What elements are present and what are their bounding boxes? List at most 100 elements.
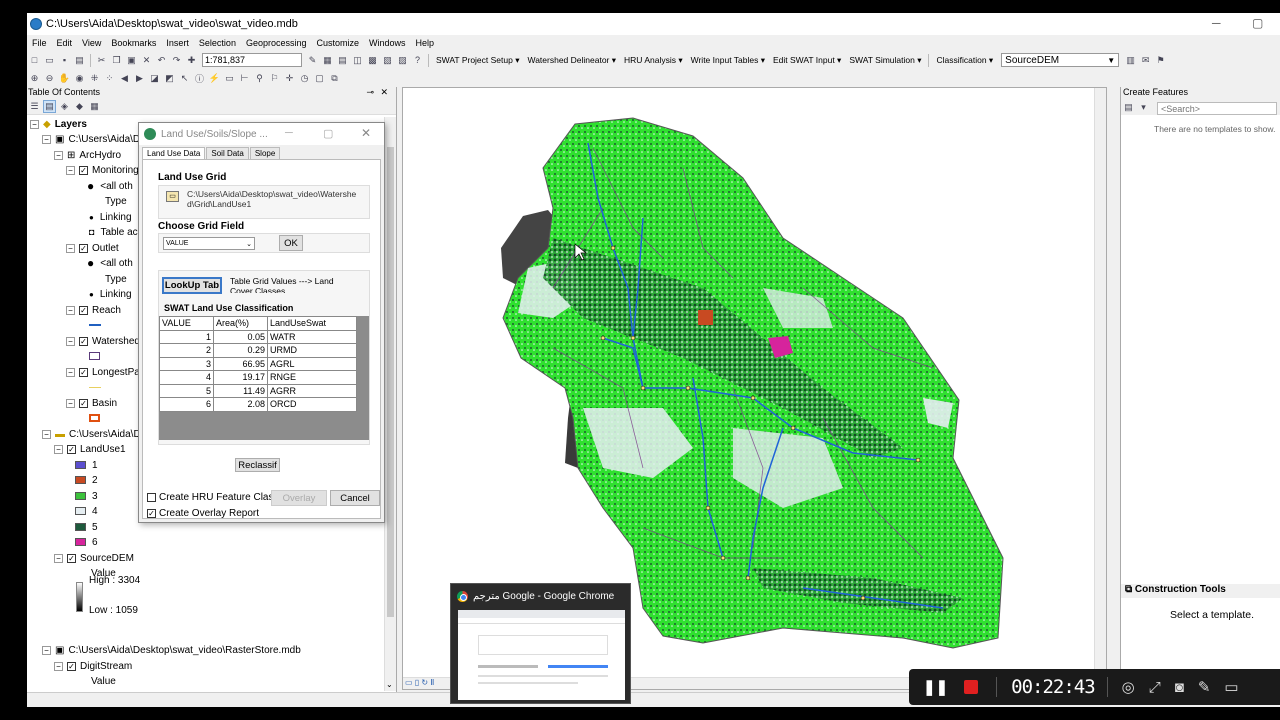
hru-analysis-menu[interactable]: HRU Analysis ▾ xyxy=(624,55,683,66)
select-elements-icon[interactable]: ↖ xyxy=(178,72,191,85)
swat-simulation-menu[interactable]: SWAT Simulation ▾ xyxy=(849,55,921,66)
scrollbar-thumb[interactable] xyxy=(387,147,394,617)
menu-help[interactable]: Help xyxy=(416,38,435,48)
screen-icon[interactable]: ▭ xyxy=(1224,678,1238,696)
create-overlay-checkbox[interactable]: ✓ xyxy=(147,509,156,518)
open-folder-icon[interactable]: ▭ xyxy=(166,191,179,202)
tab-soil-data[interactable]: Soil Data xyxy=(206,147,249,159)
layer-checkbox[interactable]: ✓ xyxy=(79,367,88,377)
go-to-xy-icon[interactable]: ✛ xyxy=(283,72,296,85)
toc-item-sourcedem[interactable]: − ✓ SourceDEM xyxy=(54,551,134,565)
create-hru-checkbox[interactable] xyxy=(147,493,156,502)
classification-menu[interactable]: Classification ▾ xyxy=(936,55,993,66)
paste-icon[interactable]: ▣ xyxy=(125,54,138,67)
toc-item-rasterstore[interactable]: − ▣ C:\Users\Aida\Desktop\swat_video\Raste… xyxy=(42,643,301,657)
select-features-icon[interactable]: ◪ xyxy=(148,72,161,85)
menu-bookmarks[interactable]: Bookmarks xyxy=(111,38,156,48)
edit-swat-input-menu[interactable]: Edit SWAT Input ▾ xyxy=(773,55,841,66)
list-by-selection-icon[interactable]: ◆ xyxy=(73,100,86,113)
find-icon[interactable]: ⚲ xyxy=(253,72,266,85)
tab-land-use-data[interactable]: Land Use Data xyxy=(142,147,206,159)
toc-item-workspace-1[interactable]: − ▣ C:\Users\Aida\D xyxy=(42,132,140,146)
table-row[interactable]: 6 2.08 ORCD xyxy=(159,397,357,412)
create-overlay-option[interactable]: ✓ Create Overlay Report xyxy=(147,508,259,519)
pause-icon[interactable]: ❚❚ xyxy=(923,678,948,696)
fixed-zoom-in-icon[interactable]: ⁜ xyxy=(88,72,101,85)
watershed-delineator-menu[interactable]: Watershed Delineator ▾ xyxy=(527,55,616,66)
layer-checkbox[interactable]: ✓ xyxy=(79,336,88,346)
stop-record-icon[interactable] xyxy=(964,680,979,694)
python-icon[interactable]: ▧ xyxy=(381,54,394,67)
menu-insert[interactable]: Insert xyxy=(166,38,189,48)
maximize-button[interactable]: ▢ xyxy=(1252,16,1263,30)
hyperlink-icon[interactable]: ⚡ xyxy=(208,72,221,85)
toc-item-watershed[interactable]: − ✓ Watershed xyxy=(66,334,140,348)
viewer-icon[interactable]: ⧉ xyxy=(328,72,341,85)
table-row[interactable]: 1 0.05 WATR xyxy=(159,329,357,344)
close-icon[interactable]: ✕ xyxy=(361,126,371,140)
tab-slope[interactable]: Slope xyxy=(249,147,281,159)
maximize-icon[interactable]: ▢ xyxy=(323,127,333,140)
print-icon[interactable]: ▤ xyxy=(73,54,86,67)
forward-extent-icon[interactable]: ▶ xyxy=(133,72,146,85)
swipe-icon[interactable]: ▢ xyxy=(313,72,326,85)
ok-button[interactable]: OK xyxy=(279,235,303,251)
overlay-button[interactable]: Overlay xyxy=(271,490,327,506)
table-row[interactable]: 5 11.49 AGRR xyxy=(159,383,357,398)
model-builder-icon[interactable]: ▨ xyxy=(396,54,409,67)
reclassify-button[interactable]: Reclassif xyxy=(235,458,280,472)
toc-item-layers[interactable]: − ◆ Layers xyxy=(30,117,87,131)
menu-geoprocessing[interactable]: Geoprocessing xyxy=(246,38,307,48)
toc-item-basin[interactable]: − ✓ Basin xyxy=(66,396,117,410)
table-icon[interactable]: ▦ xyxy=(321,54,334,67)
full-extent-icon[interactable]: ◉ xyxy=(73,72,86,85)
toc-scrollbar[interactable]: ⌄ xyxy=(384,117,396,691)
zoom-in-icon[interactable]: ⊕ xyxy=(28,72,41,85)
lookup-table-button[interactable]: LookUp Tab xyxy=(162,277,222,294)
map-scrollbar-vertical[interactable] xyxy=(1094,88,1106,689)
layer-checkbox[interactable]: ✓ xyxy=(67,661,76,671)
chrome-taskbar-preview[interactable]: مترجم Google - Google Chrome xyxy=(450,583,631,704)
menu-view[interactable]: View xyxy=(82,38,101,48)
webcam-icon[interactable]: ◎ xyxy=(1122,678,1135,696)
search-window-icon[interactable]: ◫ xyxy=(351,54,364,67)
toc-options-icon[interactable]: ▦ xyxy=(88,100,101,113)
delete-icon[interactable]: ✕ xyxy=(140,54,153,67)
menu-file[interactable]: File xyxy=(32,38,47,48)
toc-item-landuse1[interactable]: − ✓ LandUse1 xyxy=(54,442,126,456)
menu-selection[interactable]: Selection xyxy=(199,38,236,48)
layer-checkbox[interactable]: ✓ xyxy=(79,243,88,253)
filter-icon[interactable]: ▾ xyxy=(1137,101,1150,114)
toc-item-reach[interactable]: − ✓ Reach xyxy=(66,303,121,317)
template-search-input[interactable] xyxy=(1157,102,1277,115)
arctoolbox-icon[interactable]: ▩ xyxy=(366,54,379,67)
layer-checkbox[interactable]: ✓ xyxy=(79,305,88,315)
list-by-drawing-order-icon[interactable]: ☰ xyxy=(28,100,41,113)
camera-icon[interactable]: ◙ xyxy=(1175,679,1184,696)
zoom-out-icon[interactable]: ⊖ xyxy=(43,72,56,85)
layer-checkbox[interactable]: ✓ xyxy=(67,444,76,454)
close-icon[interactable]: ✕ xyxy=(380,87,388,98)
column-header[interactable]: LandUseSwat xyxy=(267,316,357,331)
open-folder-icon[interactable]: ▭ xyxy=(43,54,56,67)
write-input-tables-menu[interactable]: Write Input Tables ▾ xyxy=(691,55,765,66)
layer-checkbox[interactable]: ✓ xyxy=(67,553,76,563)
list-by-source-icon[interactable]: ▤ xyxy=(43,100,56,113)
clear-selection-icon[interactable]: ◩ xyxy=(163,72,176,85)
toc-item-longestpath[interactable]: − ✓ LongestPa xyxy=(66,365,140,379)
undo-icon[interactable]: ↶ xyxy=(155,54,168,67)
toc-item-monitoring[interactable]: − ✓ Monitoring xyxy=(66,163,139,177)
cancel-button[interactable]: Cancel xyxy=(330,490,380,506)
fullscreen-icon[interactable]: ⤢ xyxy=(1149,679,1161,696)
chrome-preview-thumbnail[interactable] xyxy=(458,610,625,700)
create-hru-option[interactable]: Create HRU Feature Class xyxy=(147,492,278,503)
table-row[interactable]: 3 66.95 AGRL xyxy=(159,356,357,371)
swat-project-setup-menu[interactable]: SWAT Project Setup ▾ xyxy=(436,55,519,66)
layout-view-icon[interactable]: ▭ ▯ ↻ Ⅱ xyxy=(405,678,434,687)
toc-item-workspace-2[interactable]: − ▬ C:\Users\Aida\D xyxy=(42,427,141,441)
organize-templates-icon[interactable]: ▤ xyxy=(1122,101,1135,114)
arcgis-help-icon[interactable]: ? xyxy=(411,54,424,67)
measure-icon[interactable]: ⊢ xyxy=(238,72,251,85)
grid-field-select[interactable]: VALUE ⌄ xyxy=(163,237,255,250)
draw-icon[interactable]: ✉ xyxy=(1139,54,1152,67)
